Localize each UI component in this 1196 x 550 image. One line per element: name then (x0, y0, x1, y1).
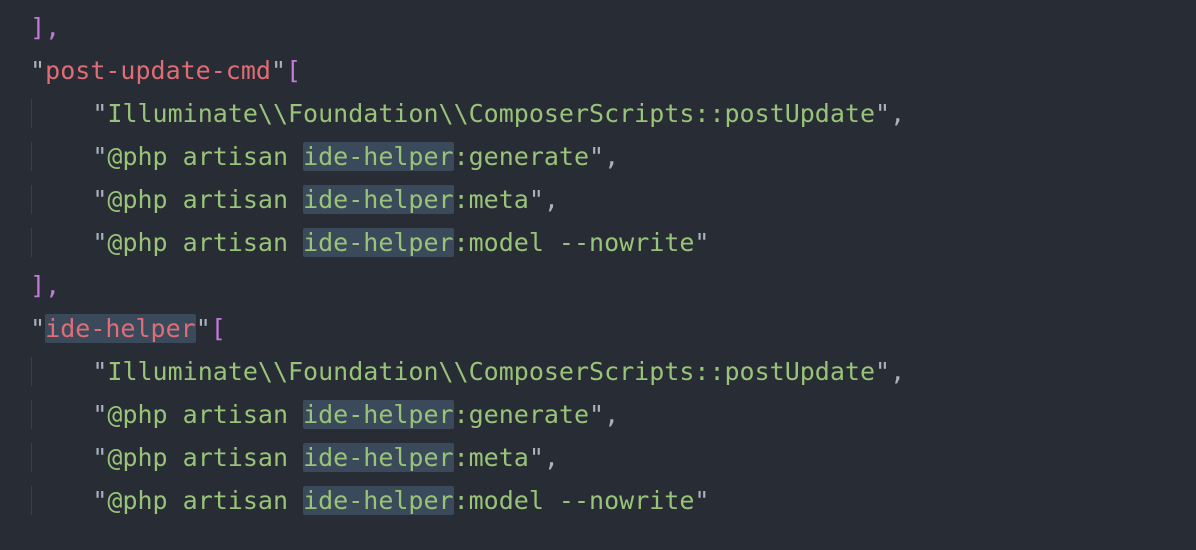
bracket-close: ], (30, 13, 60, 42)
search-highlight: ide-helper (303, 228, 454, 257)
code-line: "@php artisan ide-helper:model --nowrite… (0, 221, 1196, 264)
code-line: ], (0, 6, 1196, 49)
json-string: Illuminate\\Foundation\\ComposerScripts:… (107, 99, 875, 128)
code-line: "Illuminate\\Foundation\\ComposerScripts… (0, 350, 1196, 393)
json-string: @php artisan ide-helper:meta (107, 185, 528, 214)
code-line: "@php artisan ide-helper:generate", (0, 393, 1196, 436)
code-line: "ide-helper"[ (0, 307, 1196, 350)
code-line: "@php artisan ide-helper:model --nowrite… (0, 479, 1196, 522)
search-highlight: ide-helper (303, 142, 454, 171)
bracket-open: [ (211, 314, 226, 343)
search-highlight: ide-helper (303, 443, 454, 472)
search-highlight: ide-helper (303, 185, 454, 214)
json-key: post-update-cmd (45, 56, 271, 85)
code-line: "@php artisan ide-helper:generate", (0, 135, 1196, 178)
json-string: @php artisan ide-helper:model --nowrite (107, 228, 694, 257)
json-string: @php artisan ide-helper:generate (107, 142, 589, 171)
code-line: "@php artisan ide-helper:meta", (0, 178, 1196, 221)
bracket-open: [ (286, 56, 301, 85)
json-string: @php artisan ide-helper:meta (107, 443, 528, 472)
json-string: @php artisan ide-helper:generate (107, 400, 589, 429)
code-line: ], (0, 264, 1196, 307)
code-line: "post-update-cmd"[ (0, 49, 1196, 92)
bracket-close: ], (30, 271, 60, 300)
search-highlight: ide-helper (303, 486, 454, 515)
search-highlight: ide-helper (303, 400, 454, 429)
code-editor[interactable]: ], "post-update-cmd"[ "Illuminate\\Found… (0, 6, 1196, 522)
json-string: Illuminate\\Foundation\\ComposerScripts:… (107, 357, 875, 386)
json-key: ide-helper (45, 314, 196, 343)
json-string: @php artisan ide-helper:model --nowrite (107, 486, 694, 515)
code-line: "Illuminate\\Foundation\\ComposerScripts… (0, 92, 1196, 135)
code-line: "@php artisan ide-helper:meta", (0, 436, 1196, 479)
